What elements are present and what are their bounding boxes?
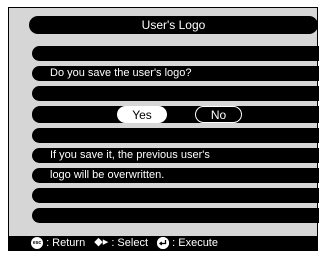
blank-stripe bbox=[32, 46, 319, 61]
yes-button[interactable]: Yes bbox=[117, 106, 167, 123]
left-right-arrows-icon: ◆▸ bbox=[94, 236, 109, 248]
question-row: Do you save the user's logo? bbox=[32, 66, 319, 81]
blank-stripe bbox=[32, 86, 319, 101]
warning-row-2: logo will be overwritten. bbox=[32, 168, 319, 183]
blank-stripe bbox=[32, 188, 319, 203]
esc-button-icon: esc bbox=[31, 236, 43, 249]
return-hint: esc : Return bbox=[31, 236, 88, 250]
footer-bar: esc : Return ◆▸ : Select : Execute bbox=[8, 236, 318, 251]
enter-button-icon bbox=[157, 236, 170, 249]
dialog-title: User's Logo bbox=[29, 16, 318, 34]
select-label: : Select bbox=[111, 237, 148, 250]
select-hint: ◆▸ : Select bbox=[94, 236, 151, 250]
return-label: : Return bbox=[46, 237, 86, 250]
blank-stripe bbox=[32, 208, 319, 223]
question-text: Do you save the user's logo? bbox=[50, 67, 192, 79]
warning-text-line1: If you save it, the previous user's bbox=[50, 149, 210, 161]
execute-label: : Execute bbox=[172, 237, 218, 250]
warning-row-1: If you save it, the previous user's bbox=[32, 148, 319, 163]
footer-help: esc : Return ◆▸ : Select : Execute bbox=[31, 236, 218, 251]
blank-stripe bbox=[32, 128, 319, 143]
warning-text-line2: logo will be overwritten. bbox=[50, 169, 165, 181]
execute-hint: : Execute bbox=[157, 236, 218, 250]
no-button[interactable]: No bbox=[195, 106, 242, 123]
logo-save-dialog: User's Logo Do you save the user's logo?… bbox=[8, 7, 319, 251]
button-row: Yes No bbox=[32, 106, 319, 123]
